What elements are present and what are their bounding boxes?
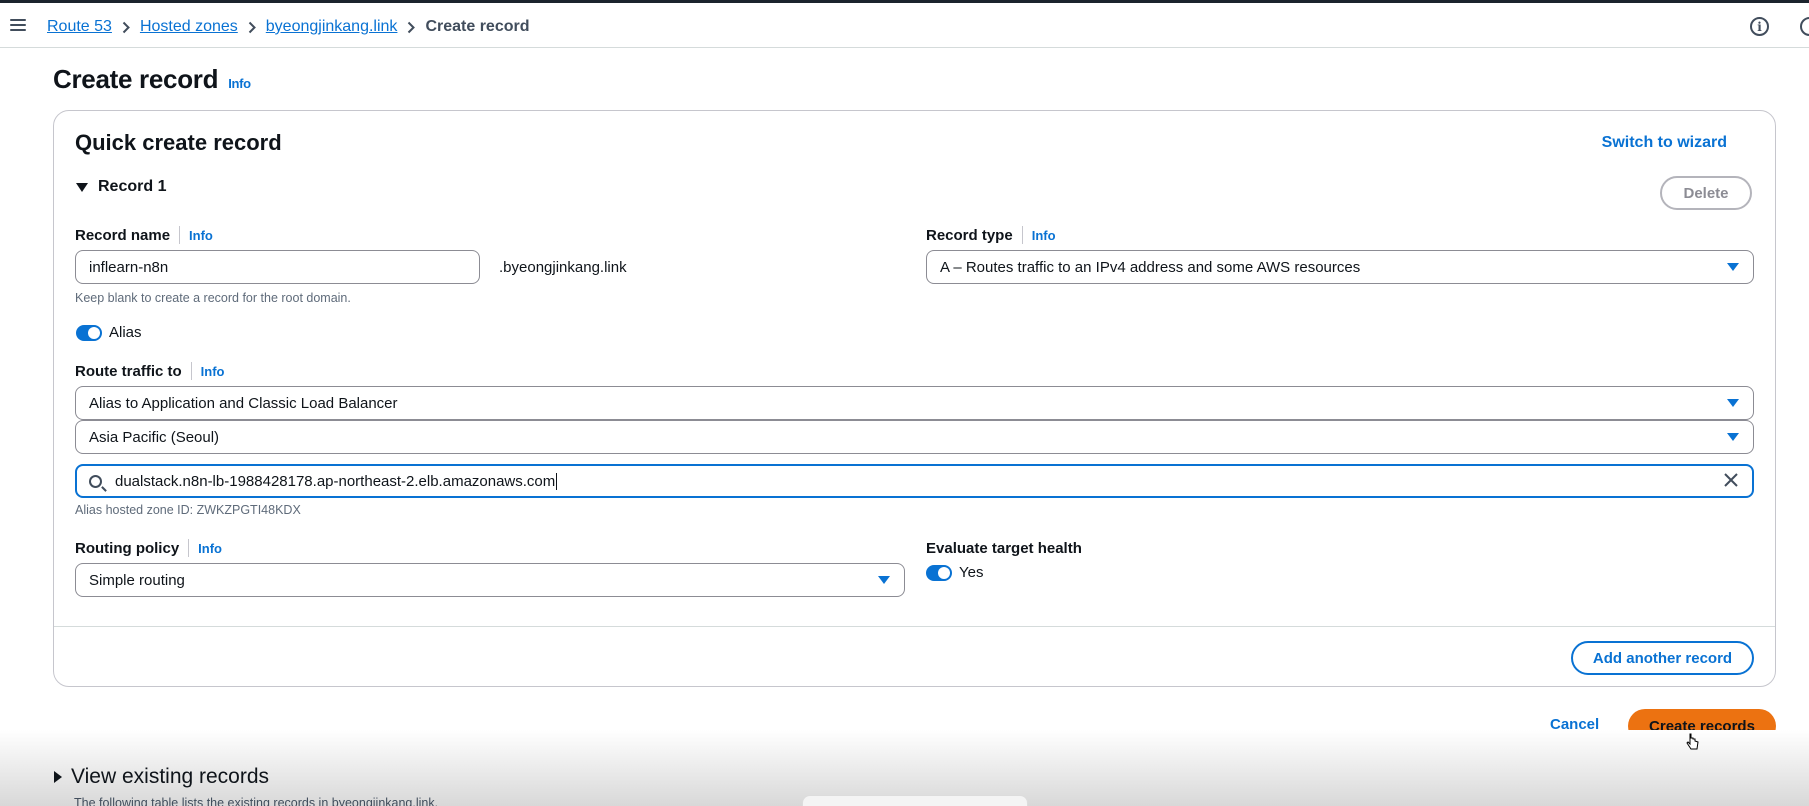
caret-right-icon: [54, 771, 62, 783]
quick-create-card: Quick create record Switch to wizard Rec…: [53, 110, 1776, 687]
chevron-right-icon: [238, 21, 266, 34]
evaluate-health-toggle[interactable]: [926, 565, 952, 581]
breadcrumb-zone[interactable]: byeongjinkang.link: [266, 18, 398, 36]
record-1-expander[interactable]: Record 1: [76, 178, 166, 196]
search-icon: [89, 475, 102, 488]
routing-policy-value: Simple routing: [89, 571, 185, 589]
label-divider: [1021, 226, 1023, 244]
clear-icon[interactable]: [1721, 471, 1741, 491]
region-select[interactable]: Asia Pacific (Seoul): [75, 420, 1754, 454]
record-1-label: Record 1: [98, 178, 167, 195]
label-divider: [188, 539, 190, 557]
evaluate-health-yes: Yes: [959, 564, 984, 581]
record-name-value: inflearn-n8n: [89, 258, 169, 276]
load-balancer-value: dualstack.n8n-lb-1988428178.ap-northeast…: [115, 472, 556, 490]
settings-icon[interactable]: [1800, 17, 1809, 36]
record-name-label-text: Record name: [75, 226, 171, 244]
caret-down-icon: [878, 576, 890, 584]
caret-down-icon: [1727, 263, 1739, 271]
record-name-info-link[interactable]: Info: [189, 228, 213, 243]
breadcrumb-current: Create record: [425, 18, 530, 35]
top-navigation-bar: Route 53 Hosted zones byeongjinkang.link…: [0, 0, 1809, 48]
record-type-value: A – Routes traffic to an IPv4 address an…: [940, 258, 1361, 276]
label-divider: [190, 362, 192, 380]
toggle-knob: [88, 327, 100, 339]
record-name-hint: Keep blank to create a record for the ro…: [75, 291, 351, 305]
evaluate-health-label: Evaluate target health: [926, 539, 1082, 557]
hamburger-menu-icon[interactable]: [10, 16, 28, 34]
breadcrumb-hosted-zones[interactable]: Hosted zones: [140, 18, 238, 36]
bottom-drawer-handle[interactable]: [802, 795, 1028, 806]
routing-policy-info-link[interactable]: Info: [198, 541, 222, 556]
add-another-record-button[interactable]: Add another record: [1571, 641, 1754, 675]
record-name-label: Record name Info: [75, 225, 213, 245]
chevron-right-icon: [397, 21, 425, 34]
endpoint-value: Alias to Application and Classic Load Ba…: [89, 394, 398, 412]
domain-suffix: .byeongjinkang.link: [499, 259, 627, 276]
mouse-pointer-icon: [1686, 733, 1699, 750]
route-traffic-label: Route traffic to Info: [75, 361, 225, 381]
toggle-knob: [938, 567, 950, 579]
record-name-input[interactable]: inflearn-n8n: [75, 250, 480, 284]
record-type-info-link[interactable]: Info: [1032, 228, 1056, 243]
alias-toggle[interactable]: [76, 325, 102, 341]
route-traffic-info-link[interactable]: Info: [201, 364, 225, 379]
route-traffic-label-text: Route traffic to: [75, 362, 182, 380]
page-title: Create record Info: [53, 64, 251, 95]
record-type-label-text: Record type: [926, 226, 1013, 244]
page-info-link[interactable]: Info: [228, 76, 251, 91]
routing-policy-label: Routing policy Info: [75, 538, 222, 558]
view-existing-records-title: View existing records: [71, 765, 270, 788]
load-balancer-search-input[interactable]: dualstack.n8n-lb-1988428178.ap-northeast…: [75, 464, 1754, 498]
breadcrumb: Route 53 Hosted zones byeongjinkang.link…: [47, 16, 529, 38]
alias-zone-hint: Alias hosted zone ID: ZWKZPGTI48KDX: [75, 503, 301, 517]
caret-down-icon: [76, 182, 88, 192]
region-value: Asia Pacific (Seoul): [89, 428, 220, 446]
label-divider: [179, 226, 181, 244]
card-title: Quick create record: [75, 130, 282, 155]
alias-label: Alias: [109, 324, 142, 341]
record-type-label: Record type Info: [926, 225, 1056, 245]
breadcrumb-route53[interactable]: Route 53: [47, 18, 112, 36]
info-panel-icon[interactable]: i: [1750, 17, 1769, 36]
switch-to-wizard-link[interactable]: Switch to wizard: [1527, 134, 1727, 152]
chevron-right-icon: [112, 21, 140, 34]
record-type-select[interactable]: A – Routes traffic to an IPv4 address an…: [926, 250, 1754, 284]
routing-policy-label-text: Routing policy: [75, 539, 180, 557]
existing-records-description: The following table lists the existing r…: [74, 796, 439, 806]
caret-down-icon: [1727, 433, 1739, 441]
view-existing-records-expander[interactable]: View existing records: [54, 765, 269, 789]
delete-record-button[interactable]: Delete: [1660, 176, 1752, 210]
endpoint-select[interactable]: Alias to Application and Classic Load Ba…: [75, 386, 1754, 420]
caret-down-icon: [1727, 399, 1739, 407]
page-title-text: Create record: [53, 64, 219, 94]
routing-policy-select[interactable]: Simple routing: [75, 563, 905, 597]
text-cursor: [556, 472, 558, 490]
card-divider: [54, 626, 1775, 627]
